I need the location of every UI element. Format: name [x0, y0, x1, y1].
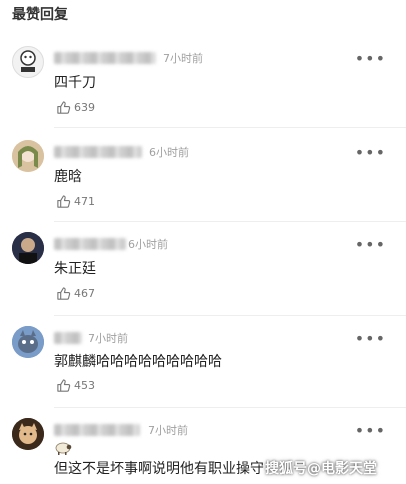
avatar[interactable] [12, 46, 44, 78]
like-button[interactable]: 471 [56, 194, 95, 209]
like-count: 471 [74, 195, 95, 208]
avatar[interactable] [12, 140, 44, 172]
like-button[interactable]: 453 [56, 378, 95, 393]
thumbs-up-icon [57, 379, 71, 392]
avatar[interactable] [12, 232, 44, 264]
comment-time: 6小时前 [149, 146, 189, 159]
divider [54, 127, 406, 128]
username-blurred[interactable] [54, 424, 140, 436]
comment-item: 7小时前 ••• 四千刀 639 [0, 42, 406, 128]
comment-item: 7小时前 ••• 郭麒麟哈哈哈哈哈哈哈哈哈 453 [0, 322, 406, 408]
username-blurred[interactable] [54, 238, 126, 250]
comment-time: 7小时前 [163, 52, 203, 65]
like-count: 639 [74, 101, 95, 114]
comment-text: 郭麒麟哈哈哈哈哈哈哈哈哈 [54, 354, 222, 370]
comment-text: 但这不是坏事啊说明他有职业操守 [54, 461, 264, 477]
thumbs-up-icon [57, 195, 71, 208]
like-count: 467 [74, 287, 95, 300]
avatar[interactable] [12, 418, 44, 450]
more-options-icon[interactable]: ••• [355, 423, 386, 439]
divider [54, 221, 406, 222]
comment-time: 7小时前 [148, 424, 188, 437]
comment-text: 鹿晗 [54, 169, 82, 185]
more-options-icon[interactable]: ••• [355, 237, 386, 253]
like-button[interactable]: 639 [56, 100, 95, 115]
comment-text: 四千刀 [54, 75, 96, 91]
divider [54, 407, 406, 408]
avatar[interactable] [12, 326, 44, 358]
comment-time: 7小时前 [88, 332, 128, 345]
like-count: 453 [74, 379, 95, 392]
comment-item: 6小时前 ••• 鹿晗 471 [0, 136, 406, 222]
section-title: 最赞回复 [12, 7, 68, 23]
watermark: 搜狐号@电影天堂 [265, 461, 377, 477]
username-blurred[interactable] [54, 332, 82, 344]
thumbs-up-icon [57, 101, 71, 114]
more-options-icon[interactable]: ••• [355, 145, 386, 161]
like-button[interactable]: 467 [56, 286, 95, 301]
thumbs-up-icon [57, 287, 71, 300]
more-options-icon[interactable]: ••• [355, 51, 386, 67]
more-options-icon[interactable]: ••• [355, 331, 386, 347]
comment-item: 6小时前 ••• 朱正廷 467 [0, 228, 406, 316]
divider [54, 315, 406, 316]
username-blurred[interactable] [54, 146, 142, 158]
comment-time: 6小时前 [128, 238, 168, 251]
username-blurred[interactable] [54, 52, 156, 64]
sheep-icon [55, 442, 72, 455]
comment-text: 朱正廷 [54, 261, 96, 277]
